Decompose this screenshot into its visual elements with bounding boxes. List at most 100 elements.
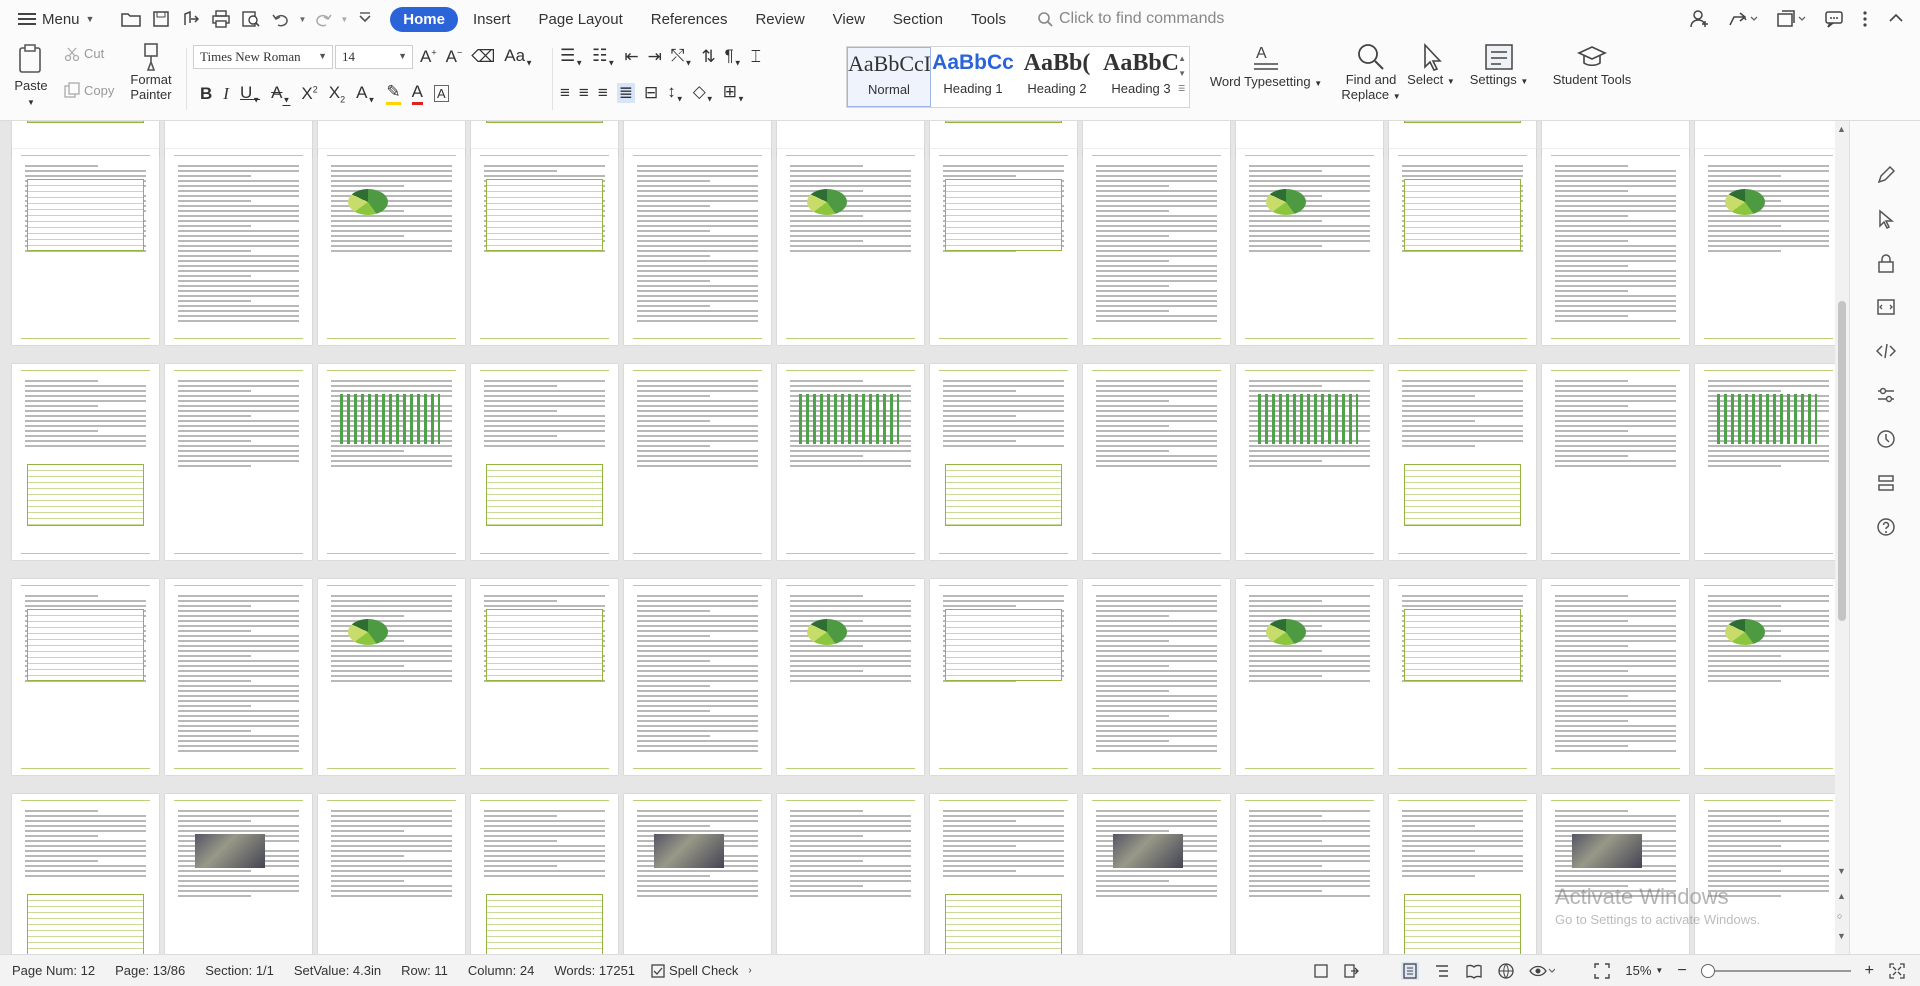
- change-case-icon[interactable]: Aa▼: [504, 46, 533, 67]
- tab-home[interactable]: Home: [390, 6, 458, 32]
- bullet-list-icon[interactable]: ☰▼: [560, 46, 583, 67]
- print-icon[interactable]: [208, 6, 234, 32]
- scroll-up-icon[interactable]: ▲: [1837, 124, 1846, 134]
- document-page-thumbnail[interactable]: [777, 149, 924, 345]
- document-page-thumbnail[interactable]: [1083, 149, 1230, 345]
- document-page-thumbnail[interactable]: [930, 149, 1077, 345]
- add-user-icon[interactable]: [1690, 9, 1710, 29]
- document-page-thumbnail[interactable]: [1695, 794, 1835, 954]
- document-page-thumbnail[interactable]: [1695, 364, 1835, 560]
- increase-indent-icon[interactable]: ⇥: [648, 47, 662, 67]
- document-page-thumbnail[interactable]: [1083, 364, 1230, 560]
- student-tools-button[interactable]: Student Tools: [1546, 42, 1638, 87]
- document-page-thumbnail[interactable]: [1695, 149, 1835, 345]
- document-page-thumbnail[interactable]: [777, 794, 924, 954]
- next-page-icon[interactable]: ▼: [1837, 931, 1846, 941]
- document-page-thumbnail[interactable]: [12, 364, 159, 560]
- fit-page-icon[interactable]: [1593, 962, 1611, 980]
- print-preview-icon[interactable]: [238, 6, 264, 32]
- style-normal[interactable]: AaBbCcI Normal: [847, 47, 931, 107]
- document-page-thumbnail[interactable]: [471, 579, 618, 775]
- vertical-scrollbar[interactable]: ▲ ▼ ▲ ○ ▼: [1835, 121, 1849, 954]
- select-button[interactable]: Select ▼: [1406, 42, 1456, 87]
- code-icon[interactable]: [1876, 341, 1896, 361]
- more-options-icon[interactable]: [1862, 9, 1868, 29]
- bold-icon[interactable]: B: [200, 84, 212, 104]
- browse-object-icon[interactable]: ○: [1837, 911, 1842, 921]
- document-page-thumbnail[interactable]: [471, 149, 618, 345]
- reading-view-icon[interactable]: [1465, 962, 1483, 980]
- paragraph-mark-icon[interactable]: ¶▼: [725, 46, 742, 67]
- copy-button[interactable]: Copy: [64, 82, 114, 98]
- document-page-thumbnail[interactable]: [471, 794, 618, 954]
- print-layout-view-icon[interactable]: [1401, 961, 1420, 980]
- sort-icon[interactable]: ⇅: [701, 47, 715, 67]
- tab-view[interactable]: View: [820, 7, 878, 32]
- document-canvas[interactable]: [0, 121, 1835, 954]
- document-page-thumbnail[interactable]: [471, 364, 618, 560]
- zoom-in-icon[interactable]: +: [1865, 962, 1874, 980]
- undo-dropdown-icon[interactable]: ▼: [298, 15, 306, 24]
- edit-code-icon[interactable]: [1876, 297, 1896, 317]
- align-right-icon[interactable]: ≡: [598, 83, 608, 103]
- open-folder-icon[interactable]: [118, 6, 144, 32]
- decrease-indent-icon[interactable]: ⇤: [624, 47, 638, 67]
- document-page-thumbnail[interactable]: [930, 794, 1077, 954]
- find-replace-button[interactable]: Find and Replace ▼: [1336, 42, 1406, 102]
- document-page-thumbnail[interactable]: [12, 794, 159, 954]
- document-page-thumbnail[interactable]: [1542, 364, 1689, 560]
- format-painter-button[interactable]: Format Painter: [126, 42, 176, 102]
- web-layout-icon[interactable]: [1497, 962, 1515, 980]
- text-direction-icon[interactable]: ⤲▼: [671, 46, 693, 67]
- output-icon[interactable]: [1343, 963, 1360, 979]
- previous-page-icon[interactable]: ▲: [1837, 891, 1846, 901]
- text-effect-icon[interactable]: A▼: [356, 83, 375, 104]
- document-page-thumbnail[interactable]: [624, 149, 771, 345]
- document-page-thumbnail[interactable]: [1236, 579, 1383, 775]
- justify-icon[interactable]: ≣: [616, 82, 636, 103]
- cut-button[interactable]: Cut: [64, 46, 104, 61]
- borders-icon[interactable]: ⊞▼: [723, 82, 745, 103]
- sliders-icon[interactable]: [1876, 385, 1896, 405]
- document-page-thumbnail[interactable]: [1236, 794, 1383, 954]
- document-page-thumbnail[interactable]: [165, 364, 312, 560]
- status-page[interactable]: Page: 13/86: [115, 963, 185, 978]
- underline-icon[interactable]: U▼: [240, 83, 260, 104]
- help-icon[interactable]: [1876, 517, 1896, 537]
- document-page-thumbnail[interactable]: [165, 579, 312, 775]
- document-page-thumbnail[interactable]: [1389, 364, 1536, 560]
- document-page-thumbnail[interactable]: [1542, 794, 1689, 954]
- tab-section[interactable]: Section: [880, 7, 956, 32]
- tab-tools[interactable]: Tools: [958, 7, 1019, 32]
- customize-toolbar-icon[interactable]: [352, 6, 378, 32]
- shrink-font-icon[interactable]: A−: [446, 47, 463, 67]
- word-typesetting-button[interactable]: A Word Typesetting ▼: [1206, 42, 1326, 89]
- menu-button[interactable]: Menu ▼: [0, 0, 104, 38]
- pen-icon[interactable]: [1876, 165, 1896, 185]
- style-heading-3[interactable]: AaBbC Heading 3: [1099, 47, 1183, 107]
- eye-protection-icon[interactable]: [1529, 962, 1556, 980]
- command-search[interactable]: Click to find commands: [1037, 10, 1224, 28]
- document-page-thumbnail[interactable]: [1083, 579, 1230, 775]
- export-icon[interactable]: [178, 6, 204, 32]
- fullscreen-icon[interactable]: [1888, 962, 1906, 980]
- spell-check-button[interactable]: Spell Check ›: [651, 963, 752, 978]
- sync-icon[interactable]: [1776, 9, 1806, 29]
- document-page-thumbnail[interactable]: [318, 579, 465, 775]
- paste-button[interactable]: Paste ▼: [10, 44, 52, 108]
- pointer-icon[interactable]: [1876, 209, 1896, 229]
- scroll-down-icon[interactable]: ▼: [1837, 866, 1846, 876]
- document-page-thumbnail[interactable]: [1389, 149, 1536, 345]
- scrollbar-thumb[interactable]: [1838, 301, 1846, 621]
- highlight-icon[interactable]: ✎: [386, 82, 401, 105]
- strikethrough-icon[interactable]: A▼: [271, 83, 290, 104]
- layers-icon[interactable]: [1876, 473, 1896, 493]
- subscript-icon[interactable]: X2: [329, 83, 345, 104]
- grow-font-icon[interactable]: A+: [420, 47, 437, 67]
- read-mode-icon[interactable]: [1313, 963, 1329, 979]
- line-spacing-icon[interactable]: ↕▼: [667, 82, 683, 103]
- document-page-thumbnail[interactable]: [624, 364, 771, 560]
- redo-dropdown-icon[interactable]: ▼: [340, 15, 348, 24]
- tab-references[interactable]: References: [638, 7, 741, 32]
- save-icon[interactable]: [148, 6, 174, 32]
